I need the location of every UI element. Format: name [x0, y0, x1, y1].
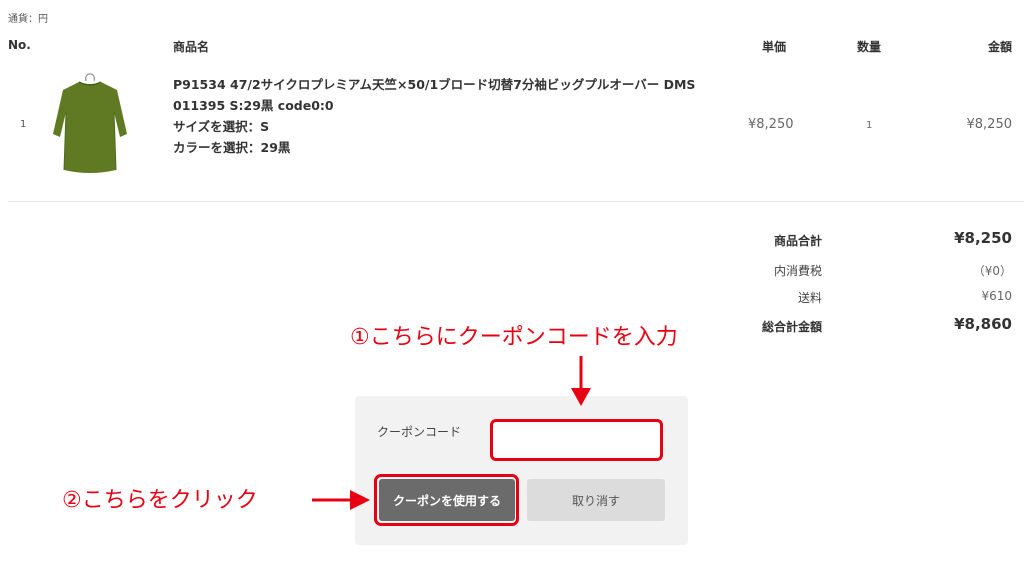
item-quantity: 1	[866, 120, 873, 131]
shipping-label: 送料	[797, 291, 822, 305]
total-value: ¥8,860	[954, 315, 1012, 333]
tax-label: 内消費税	[773, 264, 822, 278]
item-number: 1	[20, 119, 27, 130]
header-product-name: 商品名	[173, 40, 210, 54]
item-color: カラーを選択：29黒	[173, 140, 291, 155]
product-thumbnail[interactable]	[50, 72, 130, 180]
subtotal-value: ¥8,250	[954, 229, 1012, 247]
item-details: P91534 47/2サイクロプレミアム天竺×50/1ブロード切替7分袖ビッグプ…	[173, 74, 713, 158]
tax-value: （¥0）	[972, 264, 1012, 278]
apply-coupon-button[interactable]: クーポンを使用する	[379, 479, 515, 521]
header-quantity: 数量	[857, 40, 882, 54]
header-amount: 金額	[987, 40, 1012, 54]
shipping-value: ¥610	[981, 289, 1012, 303]
header-no: No.	[8, 38, 31, 52]
coupon-code-input[interactable]	[490, 419, 663, 461]
item-name-line2: 011395 S:29黒 code0:0	[173, 98, 334, 113]
item-amount: ¥8,250	[966, 117, 1013, 132]
arrow-down-icon	[571, 356, 591, 406]
header-unit-price: 単価	[762, 40, 787, 54]
item-unit-price: ¥8,250	[748, 117, 794, 132]
row-divider	[8, 201, 1024, 202]
arrow-right-icon	[312, 490, 370, 510]
annotation-step1: ①こちらにクーポンコードを入力	[350, 325, 678, 350]
coupon-code-label: クーポンコード	[377, 425, 462, 439]
item-name-line1[interactable]: P91534 47/2サイクロプレミアム天竺×50/1ブロード切替7分袖ビッグプ…	[173, 74, 713, 95]
annotation-step2: ②こちらをクリック	[62, 488, 258, 513]
item-size: サイズを選択：S	[173, 119, 270, 134]
total-label: 総合計金額	[761, 320, 822, 334]
currency-note: 通貨：円	[8, 14, 48, 25]
cancel-coupon-button[interactable]: 取り消す	[527, 479, 665, 521]
subtotal-label: 商品合計	[773, 234, 822, 248]
